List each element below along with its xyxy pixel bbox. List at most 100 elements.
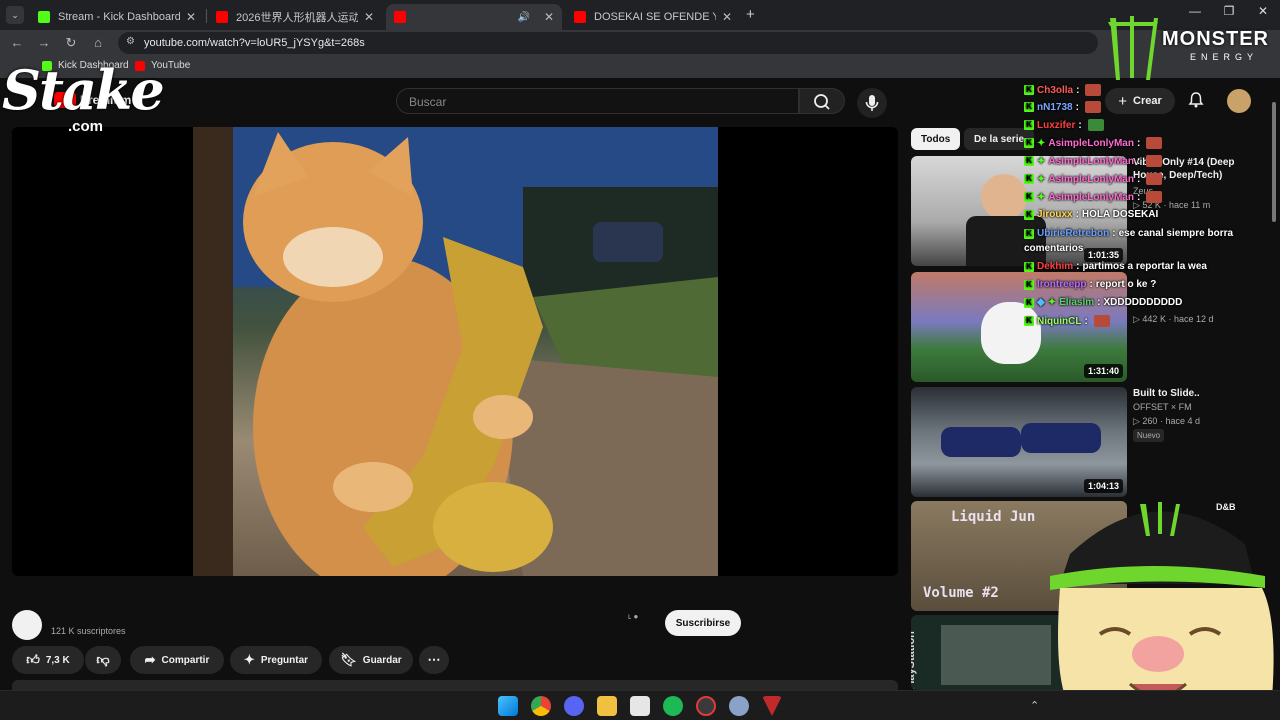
kick-badge-icon: K	[1024, 102, 1034, 112]
windows-start-icon[interactable]	[498, 696, 518, 716]
discord-icon[interactable]	[564, 696, 584, 716]
emote-icon	[1146, 137, 1163, 149]
chat-message: K ✦ AsimpleLonlyMan :	[1024, 137, 1163, 149]
like-button[interactable]: 👍︎ 7,3 K	[12, 646, 84, 674]
emote-icon	[1084, 101, 1101, 113]
more-actions-button[interactable]: ⋯	[419, 646, 449, 674]
kick-badge-icon: K	[1024, 228, 1034, 239]
subscribe-button[interactable]: Suscribirse	[665, 610, 741, 636]
settings-icon[interactable]	[729, 696, 749, 716]
youtube-favicon	[574, 11, 586, 23]
tab-robot-games[interactable]: 2026世界人形机器人运动会：自 ✕	[208, 4, 382, 30]
channel-avatar[interactable]	[12, 610, 42, 640]
browser-tab-bar: ⌄ Stream - Kick Dashboard ✕ 2026世界人形机器人运…	[0, 0, 1280, 30]
chat-message: KnN1738 :	[1024, 101, 1101, 113]
create-label: Crear	[1133, 95, 1162, 107]
chat-message: K ◆ ✦ Eliaslm : XDDDDDDDDDD	[1024, 297, 1182, 308]
tray-chevron-icon[interactable]: ⌃	[1030, 699, 1039, 712]
gift-badge-icon: ✦	[1037, 173, 1046, 185]
video-duration: 1:31:40	[1083, 364, 1123, 378]
close-icon[interactable]: ✕	[544, 10, 554, 24]
close-icon[interactable]: ✕	[722, 10, 732, 24]
forward-icon[interactable]: →	[35, 35, 53, 50]
video-duration: 1:01:35	[1083, 248, 1123, 262]
speaker-icon[interactable]: 🔊	[517, 12, 529, 23]
tab-list-button[interactable]: ⌄	[6, 6, 24, 24]
chat-message: K ✦ AsimpleLonlyMan :	[1024, 173, 1163, 185]
chat-message: K Ch3olla :	[1024, 84, 1102, 96]
verified-icon: ʟ ●	[628, 612, 639, 621]
chip-all[interactable]: Todos	[911, 128, 961, 150]
ask-button[interactable]: ✦ Preguntar	[230, 646, 322, 674]
chat-message: K ✦ AsimpleLonlyMan :	[1024, 155, 1163, 167]
address-bar[interactable]: ⚙ youtube.com/watch?v=loUR5_jYSYg&t=268s	[118, 32, 1098, 54]
plus-icon: +	[1118, 92, 1127, 110]
save-button[interactable]: 🔖︎ Guardar	[329, 646, 413, 674]
description-box[interactable]	[12, 680, 898, 690]
camera-app-icon[interactable]	[630, 696, 650, 716]
dislike-button[interactable]: 👎︎	[85, 646, 121, 674]
subscriber-count: 121 K suscriptores	[51, 626, 126, 636]
search-input[interactable]: Buscar	[396, 88, 799, 114]
create-button[interactable]: + Crear	[1105, 88, 1175, 114]
recommendation-title[interactable]: Built to Slide..	[1133, 387, 1263, 400]
account-avatar[interactable]	[1227, 89, 1251, 113]
emote-icon	[1085, 84, 1102, 96]
kick-badge-icon: K	[1024, 138, 1034, 148]
share-button[interactable]: ➦ Compartir	[130, 646, 224, 674]
chat-message-continuation: comentarios	[1024, 243, 1084, 254]
monster-claw-icon	[1108, 16, 1158, 80]
spotify-icon[interactable]	[663, 696, 683, 716]
chip-label: Todos	[921, 133, 951, 145]
new-badge: Nuevo	[1133, 429, 1165, 442]
tab-kick-dashboard[interactable]: Stream - Kick Dashboard ✕	[30, 4, 204, 30]
notifications-bell-icon[interactable]	[1186, 90, 1206, 110]
site-info-icon[interactable]: ⚙	[126, 36, 135, 47]
kick-badge-icon: K	[1024, 174, 1034, 184]
windows-taskbar: ⌃	[0, 690, 1280, 720]
microphone-icon	[865, 95, 879, 111]
new-tab-button[interactable]: +	[746, 6, 755, 23]
triangle-app-icon[interactable]	[762, 696, 782, 716]
file-explorer-icon[interactable]	[597, 696, 617, 716]
reload-icon[interactable]: ↻	[62, 35, 80, 51]
url-text: youtube.com/watch?v=loUR5_jYSYg&t=268s	[144, 37, 365, 49]
red-app-icon[interactable]	[696, 696, 716, 716]
home-icon[interactable]: ⌂	[89, 35, 107, 50]
voice-search-button[interactable]	[857, 88, 887, 118]
kick-badge-icon: K	[1024, 192, 1034, 202]
browser-toolbar: ← → ↻ ⌂ ⚙ youtube.com/watch?v=loUR5_jYSY…	[0, 30, 1280, 56]
kick-badge-icon: K	[1024, 297, 1034, 308]
video-player[interactable]	[12, 127, 898, 576]
recommendation-channel[interactable]: OFFSET × FM	[1133, 402, 1192, 412]
tab-dosekai[interactable]: DOSEKAI SE OFENDE Y DESTRU ✕	[566, 4, 740, 30]
stake-wordmark: Stake	[2, 58, 165, 122]
tab-title: DOSEKAI SE OFENDE Y DESTRU	[594, 11, 716, 23]
recommendation-thumbnail[interactable]: 1:04:13	[911, 387, 1127, 497]
thumbs-up-icon: 👍︎	[26, 652, 40, 667]
chat-message: K Luxzifer :	[1024, 119, 1104, 131]
tab-current-video[interactable]: 🔊 ✕	[386, 4, 562, 30]
tab-title: Stream - Kick Dashboard	[58, 11, 180, 23]
back-icon[interactable]: ←	[8, 35, 26, 50]
kick-badge-icon: K	[1024, 261, 1034, 272]
subscribe-label: Suscribirse	[675, 617, 731, 629]
search-button[interactable]	[799, 88, 845, 114]
close-icon[interactable]: ✕	[364, 10, 374, 24]
youtube-favicon	[216, 11, 228, 23]
thumbs-down-icon: 👎︎	[96, 652, 110, 667]
close-icon[interactable]: ✕	[186, 10, 196, 24]
kick-badge-icon: K	[1024, 209, 1034, 220]
monster-energy-logo: MONSTER ENERGY	[1104, 14, 1276, 84]
chat-message: K Irontreepp : report o ke ?	[1024, 279, 1156, 290]
kick-favicon	[38, 11, 50, 23]
diamond-badge-icon: ◆	[1037, 297, 1045, 308]
save-label: Guardar	[362, 654, 402, 666]
recommendation-stats: ▷ 442 K · hace 12 d	[1133, 314, 1214, 324]
chat-message: K UbirieRetrebon : ese canal siempre borr…	[1024, 228, 1233, 239]
scrollbar-thumb[interactable]	[1272, 102, 1276, 222]
emote-icon	[1146, 191, 1163, 203]
chrome-icon[interactable]	[531, 696, 551, 716]
gift-badge-icon: ✦	[1037, 137, 1046, 149]
like-count: 7,3 K	[45, 654, 70, 666]
